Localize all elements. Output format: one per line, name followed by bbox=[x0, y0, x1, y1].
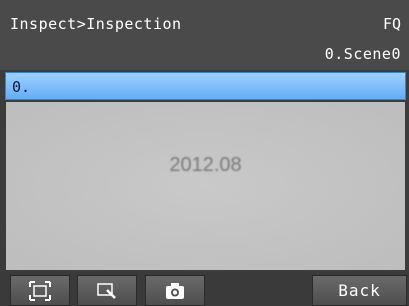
back-button[interactable]: Back bbox=[312, 275, 407, 306]
zoom-icon bbox=[96, 281, 118, 301]
header-bar: Inspect>Inspection FQ 0.Scene0 bbox=[0, 0, 409, 70]
fit-screen-button[interactable] bbox=[10, 275, 70, 306]
camera-button[interactable] bbox=[145, 275, 205, 306]
bottom-toolbar: Back bbox=[0, 272, 409, 306]
captured-image-text: 2012.08 bbox=[169, 154, 242, 176]
image-display[interactable]: 2012.08 bbox=[6, 102, 405, 270]
selected-item-label: 0. bbox=[12, 78, 31, 96]
selected-item-bar[interactable]: 0. bbox=[5, 72, 406, 100]
fit-screen-icon bbox=[29, 280, 51, 301]
zoom-button[interactable] bbox=[77, 275, 137, 306]
model-label: FQ bbox=[382, 15, 401, 33]
breadcrumb: Inspect>Inspection bbox=[10, 15, 182, 33]
camera-icon bbox=[164, 281, 186, 301]
scene-label: 0.Scene0 bbox=[324, 45, 401, 63]
